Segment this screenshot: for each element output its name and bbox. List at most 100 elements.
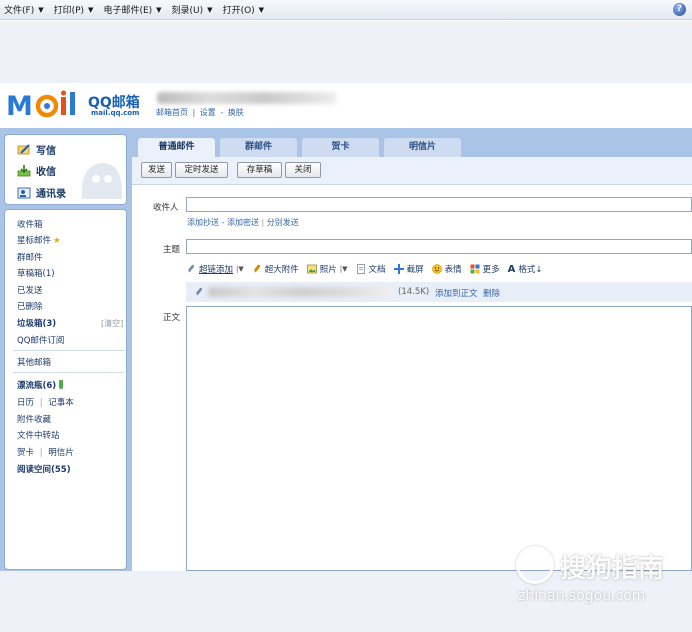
screenshot-icon <box>393 264 404 274</box>
calendar-notebook-row: 日历 | 记事本 <box>17 396 74 408</box>
screenshot-label: 截屏 <box>406 265 424 275</box>
delete-attachment-link[interactable]: 删除 <box>483 287 500 299</box>
close-button[interactable]: 关闭 <box>285 162 321 178</box>
add-to-body-link[interactable]: 添加到正文 <box>435 287 478 299</box>
bottle-icon <box>59 380 64 389</box>
emoji-button[interactable]: 表情 <box>431 263 462 275</box>
chevron-down-icon[interactable]: |▼ <box>236 265 244 273</box>
emoji-label: 表情 <box>444 265 462 275</box>
subject-label: 主题 <box>163 245 181 255</box>
menu-email-label: 电子邮件(E) <box>103 6 153 16</box>
postcard-link[interactable]: 明信片 <box>48 448 74 458</box>
chevron-down-icon[interactable]: |▼ <box>340 265 348 273</box>
link-dash: - <box>221 218 225 227</box>
receive-button[interactable]: 收信 <box>17 163 56 178</box>
menu-burn-label: 刻录(U) <box>171 6 204 16</box>
folder-panel: 收件箱 星标邮件 ★ 群邮件 草稿箱(1) 已发送 已删除 垃圾箱(3) [清空]… <box>4 209 127 570</box>
folder-attachments[interactable]: 附件收藏 <box>17 413 51 425</box>
tab-postcard[interactable]: 明信片 <box>384 138 461 157</box>
folder-junk[interactable]: 垃圾箱(3) <box>17 317 56 329</box>
paperclip-icon <box>196 287 202 296</box>
more-grid-icon <box>470 264 480 274</box>
folder-group[interactable]: 群邮件 <box>17 251 43 263</box>
attachment-size: (14.5K) <box>398 287 430 297</box>
super-link-add-button[interactable]: 超链添加 |▼ <box>186 263 244 275</box>
folder-file-transfer[interactable]: 文件中转站 <box>17 429 60 441</box>
card-postcard-row: 贺卡 | 明信片 <box>17 446 74 458</box>
link-divider: | <box>39 448 43 458</box>
subject-input[interactable] <box>186 239 692 254</box>
menu-burn[interactable]: 刻录(U) ▼ <box>171 3 213 17</box>
folder-sent[interactable]: 已发送 <box>17 284 43 296</box>
notebook-link[interactable]: 记事本 <box>48 398 74 408</box>
chevron-down-icon: ▼ <box>258 5 265 14</box>
mailbox-home-link[interactable]: 邮箱首页 <box>156 108 188 117</box>
folder-other-mailbox[interactable]: 其他邮箱 <box>17 356 51 368</box>
settings-link[interactable]: 设置 <box>200 108 216 117</box>
menu-open[interactable]: 打开(O) ▼ <box>222 3 265 17</box>
watermark-text: 搜狗指南 <box>560 554 665 584</box>
more-button[interactable]: 更多 <box>470 263 500 275</box>
send-button[interactable]: 发送 <box>141 162 172 178</box>
document-label: 文档 <box>368 265 386 275</box>
tab-normal-mail[interactable]: 普通邮件 <box>138 138 215 157</box>
svg-text:M: M <box>6 91 33 121</box>
calendar-link[interactable]: 日历 <box>17 398 34 408</box>
help-icon[interactable]: ? <box>673 3 686 16</box>
document-icon <box>356 264 365 274</box>
body-label: 正文 <box>163 313 181 323</box>
format-button[interactable]: A 格式↓ <box>508 263 543 276</box>
recipient-input[interactable] <box>186 197 692 212</box>
recipient-label: 收件人 <box>153 203 179 213</box>
folder-deleted[interactable]: 已删除 <box>17 300 43 312</box>
account-name-redacted <box>157 92 337 104</box>
folder-divider <box>13 350 125 351</box>
recipient-links: 添加抄送 - 添加密送 | 分别发送 <box>187 217 299 228</box>
save-draft-button[interactable]: 存草稿 <box>237 162 282 178</box>
folder-drift-bottle[interactable]: 漂流瓶(6) <box>17 379 64 391</box>
add-cc-link[interactable]: 添加抄送 <box>187 218 219 227</box>
document-button[interactable]: 文档 <box>356 263 386 275</box>
write-button[interactable]: 写信 <box>17 142 56 157</box>
timed-send-button[interactable]: 定时发送 <box>175 162 228 178</box>
tab-greeting-card[interactable]: 贺卡 <box>302 138 379 157</box>
folder-inbox[interactable]: 收件箱 <box>17 218 43 230</box>
mail-header: M QQ邮箱 mail.qq.com 邮箱首页 | 设置 - 换肤 <box>0 83 692 128</box>
menu-email[interactable]: 电子邮件(E) ▼ <box>103 3 162 17</box>
drift-bottle-label: 漂流瓶(6) <box>17 381 57 391</box>
link-separator: | <box>192 108 196 117</box>
menu-open-label: 打开(O) <box>222 6 255 16</box>
contacts-button[interactable]: 通讯录 <box>17 185 66 200</box>
receive-label: 收信 <box>36 167 56 178</box>
greeting-card-link[interactable]: 贺卡 <box>17 448 34 458</box>
tab-group-mail[interactable]: 群邮件 <box>220 138 297 157</box>
separate-send-link[interactable]: 分别发送 <box>267 218 299 227</box>
change-skin-link[interactable]: 换肤 <box>228 108 244 117</box>
contacts-label: 通讯录 <box>36 189 66 200</box>
chevron-down-icon: ▼ <box>207 5 213 14</box>
big-attachment-button[interactable]: 超大附件 <box>252 263 299 275</box>
qqmail-logo[interactable]: M QQ邮箱 mail.qq.com <box>6 89 152 121</box>
blank-area <box>0 21 692 83</box>
menu-bar: 文件(F) ▼ 打印(P) ▼ 电子邮件(E) ▼ 刻录(U) ▼ 打开(O) ▼ ? <box>0 0 692 20</box>
more-label: 更多 <box>482 265 500 275</box>
menu-file[interactable]: 文件(F) ▼ <box>4 3 44 17</box>
folder-reading-space[interactable]: 阅读空间(55) <box>17 463 71 475</box>
link-divider: | <box>39 398 43 408</box>
tab-bar: 普通邮件 群邮件 贺卡 明信片 <box>132 133 692 157</box>
sidebar: 写信 收信 通讯录 收件箱 星标邮件 ★ 群邮件 草稿箱(1) 已发送 已删除 垃… <box>0 133 132 571</box>
menu-print[interactable]: 打印(P) ▼ <box>54 3 94 17</box>
pencil-icon <box>17 143 30 154</box>
clear-junk-link[interactable]: [清空] <box>101 318 123 329</box>
paperclip-icon <box>188 264 194 273</box>
screenshot-button[interactable]: 截屏 <box>393 263 424 275</box>
folder-drafts[interactable]: 草稿箱(1) <box>17 267 55 279</box>
chevron-down-icon: ▼ <box>156 5 162 14</box>
photo-button[interactable]: 照片 |▼ <box>306 263 348 275</box>
add-bcc-link[interactable]: 添加密送 <box>227 218 259 227</box>
compose-panel: 写信 收信 通讯录 <box>4 134 127 205</box>
body-editor[interactable] <box>186 306 692 571</box>
folder-subscribe[interactable]: QQ邮件订阅 <box>17 334 64 346</box>
folder-starred[interactable]: 星标邮件 ★ <box>17 234 61 246</box>
mascot-decoration-icon <box>81 163 123 199</box>
